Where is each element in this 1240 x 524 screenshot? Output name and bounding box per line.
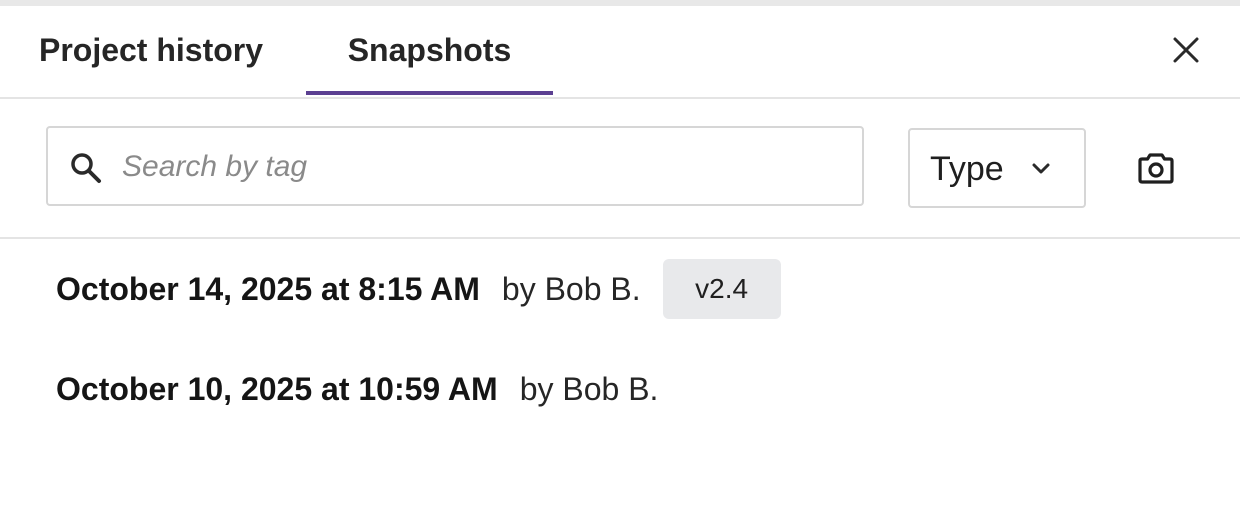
tab-snapshots[interactable]: Snapshots	[306, 6, 553, 95]
tab-project-history-label: Project history	[38, 32, 264, 68]
take-snapshot-button[interactable]	[1134, 146, 1178, 190]
tab-project-history[interactable]: Project history	[0, 6, 302, 95]
tab-snapshots-label: Snapshots	[347, 32, 512, 68]
close-button[interactable]	[1166, 30, 1206, 70]
snapshot-author: by Bob B.	[501, 270, 641, 307]
camera-icon	[1138, 153, 1174, 184]
snapshot-tag-badge: v2.4	[662, 259, 781, 319]
active-tab-indicator	[306, 91, 553, 95]
search-field[interactable]	[46, 126, 864, 206]
chevron-down-icon	[1032, 163, 1050, 174]
tab-bar: Project history Snapshots	[0, 6, 1240, 99]
divider	[0, 237, 1240, 239]
snapshot-row[interactable]: October 10, 2025 at 10:59 AM by Bob B.	[56, 359, 658, 419]
snapshot-date: October 14, 2025 at 8:15 AM	[56, 270, 480, 307]
close-icon	[1173, 37, 1199, 63]
snapshot-author: by Bob B.	[519, 370, 659, 407]
search-input[interactable]	[120, 128, 854, 206]
type-filter-dropdown[interactable]: Type	[908, 128, 1086, 208]
snapshot-row[interactable]: October 14, 2025 at 8:15 AM by Bob B. v2…	[56, 259, 781, 319]
search-icon	[71, 153, 101, 183]
snapshot-date: October 10, 2025 at 10:59 AM	[56, 370, 498, 407]
type-filter-label: Type	[930, 150, 1004, 188]
